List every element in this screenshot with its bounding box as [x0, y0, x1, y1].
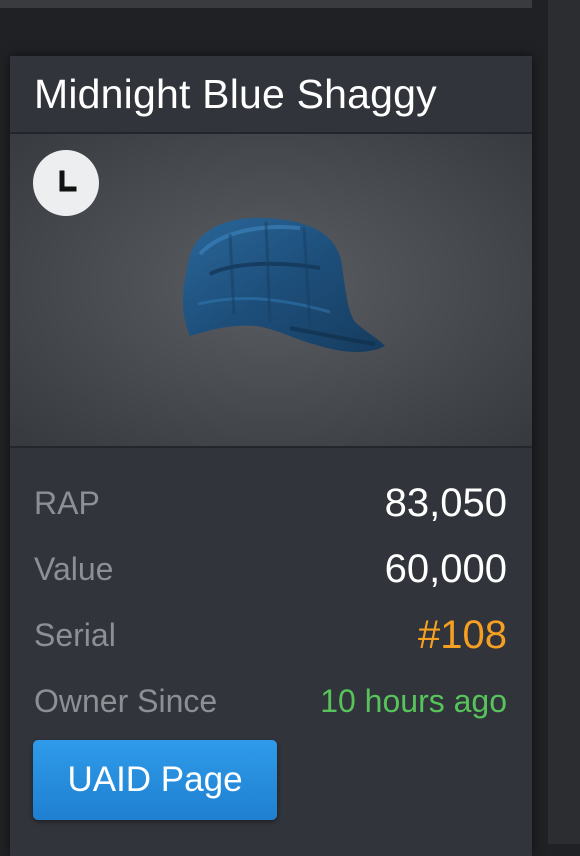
- item-title[interactable]: Midnight Blue Shaggy: [34, 71, 437, 118]
- serial-value: #108: [418, 612, 507, 657]
- scrollbar-track[interactable]: [548, 0, 580, 844]
- rap-value: 83,050: [384, 480, 507, 525]
- stat-row-rap: RAP 83,050: [34, 470, 507, 536]
- owner-since-label: Owner Since: [34, 682, 218, 719]
- card-header: Midnight Blue Shaggy: [10, 56, 532, 134]
- item-stats: RAP 83,050 Value 60,000 Serial #108 Owne…: [10, 448, 532, 734]
- top-panel-strip: [0, 0, 532, 8]
- stat-row-value: Value 60,000: [34, 536, 507, 602]
- item-card: Midnight Blue Shaggy RAP 83,050 Value 60…: [10, 56, 532, 856]
- stat-row-owner-since: Owner Since 10 hours ago: [34, 668, 507, 734]
- stat-row-serial: Serial #108: [34, 602, 507, 668]
- serial-label: Serial: [34, 616, 116, 653]
- owner-since-value: 10 hours ago: [320, 682, 507, 719]
- rap-label: RAP: [34, 484, 100, 521]
- value-value: 60,000: [384, 546, 507, 591]
- item-thumbnail[interactable]: [10, 134, 532, 448]
- uaid-page-button[interactable]: UAID Page: [33, 740, 277, 820]
- value-label: Value: [34, 550, 114, 587]
- hat-image: [183, 217, 385, 352]
- clock-icon: [33, 150, 99, 216]
